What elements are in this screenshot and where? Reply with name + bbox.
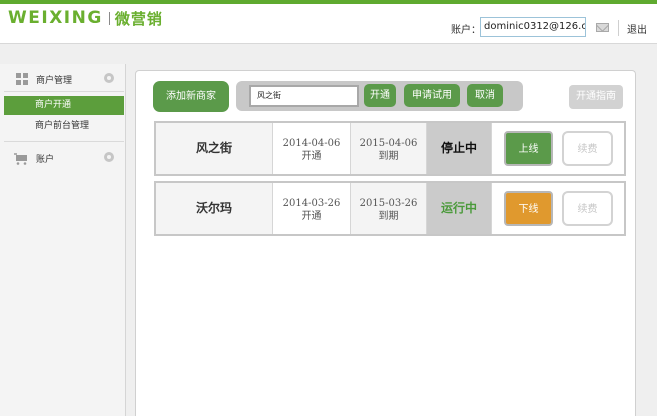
add-merchant-button[interactable]: 添加新商家 <box>153 81 229 112</box>
sidebar-group-merchant-management[interactable]: 商户管理 <box>0 64 125 92</box>
renew-button[interactable]: 续费 <box>562 131 613 166</box>
expire-date: 2015-03-26 <box>359 198 418 209</box>
merchant-name: 风之街 <box>156 123 273 174</box>
sidebar-group-label: 商户管理 <box>36 76 73 86</box>
open-date-cell: 2014-03-26 开通 <box>273 183 351 234</box>
expire-date-caption: 到期 <box>378 151 399 162</box>
status-badge: 停止中 <box>427 123 492 174</box>
status-badge: 运行中 <box>427 183 492 234</box>
expire-date: 2015-04-06 <box>359 138 418 149</box>
cancel-button[interactable]: 取消 <box>467 84 503 107</box>
sidebar-group-label: 账户 <box>36 155 55 165</box>
apply-trial-button[interactable]: 申请试用 <box>404 84 460 107</box>
merchant-row: 沃尔玛 2014-03-26 开通 2015-03-26 到期 运行中 下线 续… <box>154 181 626 236</box>
expire-date-caption: 到期 <box>378 211 399 222</box>
account-label: 账户： <box>451 25 481 36</box>
open-date: 2014-04-06 <box>282 138 341 149</box>
collapse-toggle-icon[interactable] <box>104 73 114 83</box>
merchant-row: 风之街 2014-04-06 开通 2015-04-06 到期 停止中 上线 续… <box>154 121 626 176</box>
sidebar-item-merchant-open[interactable]: 商户开通 <box>4 96 124 115</box>
cart-icon <box>14 153 27 165</box>
expire-date-cell: 2015-03-26 到期 <box>351 183 427 234</box>
account-email-field[interactable]: dominic0312@126.com <box>480 17 586 37</box>
sidebar-item-merchant-frontend[interactable]: 商户前台管理 <box>4 117 124 136</box>
merchant-name: 沃尔玛 <box>156 183 273 234</box>
open-date-caption: 开通 <box>301 211 322 222</box>
open-button[interactable]: 开通 <box>364 84 396 107</box>
sidebar: 商户管理 商户开通 商户前台管理 账户 <box>0 64 126 416</box>
logo-divider <box>108 11 110 25</box>
collapse-toggle-icon[interactable] <box>104 152 114 162</box>
open-guide-button[interactable]: 开通指南 <box>569 85 623 109</box>
mail-icon[interactable] <box>596 23 609 32</box>
open-date-caption: 开通 <box>301 151 322 162</box>
grid-icon <box>16 73 28 85</box>
logout-link[interactable]: 退出 <box>627 21 647 36</box>
merchant-search-input[interactable]: 风之街 <box>249 85 359 107</box>
logo[interactable]: WEIXING 微营销 <box>8 7 163 29</box>
sidebar-divider <box>4 91 124 92</box>
sidebar-divider <box>4 141 124 142</box>
go-online-button[interactable]: 上线 <box>504 131 553 166</box>
logo-chinese: 微营销 <box>114 9 163 28</box>
open-date-cell: 2014-04-06 开通 <box>273 123 351 174</box>
renew-button[interactable]: 续费 <box>562 191 613 226</box>
logo-english: WEIXING <box>8 8 103 28</box>
go-offline-button[interactable]: 下线 <box>504 191 553 226</box>
open-date: 2014-03-26 <box>282 198 341 209</box>
header-divider <box>618 20 619 36</box>
expire-date-cell: 2015-04-06 到期 <box>351 123 427 174</box>
